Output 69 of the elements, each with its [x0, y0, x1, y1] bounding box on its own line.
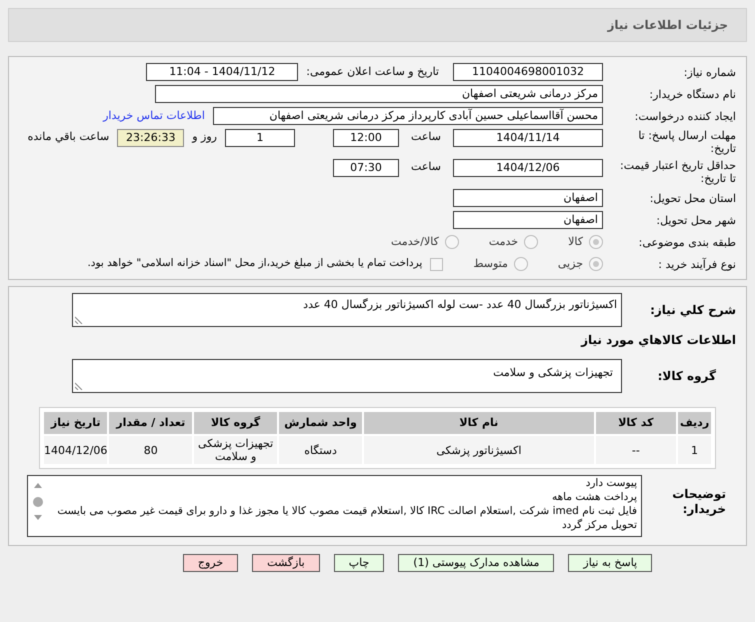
remaining-label: ساعت باقي مانده: [28, 129, 110, 145]
text-field[interactable]: 1104004698001032: [453, 63, 603, 81]
radio-label: کالا: [568, 234, 583, 250]
field-label: نام دستگاه خريدار:: [648, 88, 736, 100]
text-field[interactable]: 1: [225, 129, 295, 147]
table-cell: اکسیژناتور پزشکی: [364, 436, 594, 464]
text-field[interactable]: 1404/12/06: [453, 159, 603, 177]
column-header: گروه کالا: [194, 412, 278, 434]
field-label: شماره نياز:: [682, 66, 736, 78]
field-label: استان محل تحویل:: [648, 192, 736, 204]
buyer-contact-link[interactable]: اطلاعات تماس خریدار: [103, 108, 205, 124]
resize-grip-icon[interactable]: [75, 316, 83, 324]
text-area-value: اکسیژناتور بزرگسال 40 عدد -ست لوله اکسیژناتور بزرگسال 40 عدد: [302, 297, 617, 313]
field-label: حداقل تاریخ اعتبار قیمت: تا تاریخ:: [619, 159, 736, 185]
column-header: ردیف: [678, 412, 711, 434]
radio-label: متوسط: [473, 256, 508, 272]
field-label: تاریخ و ساعت اعلان عمومی:: [306, 64, 439, 80]
field-label: توضیحات خریدار:: [671, 486, 727, 517]
text-field[interactable]: 07:30: [333, 159, 399, 177]
resize-grip-icon[interactable]: [75, 382, 83, 390]
radio-label: خدمت: [488, 234, 518, 250]
table-cell: 1: [678, 436, 711, 464]
time-label: ساعت: [410, 129, 442, 145]
days-label: روز و: [192, 129, 217, 145]
text-field[interactable]: 1404/11/12 - 11:04: [146, 63, 298, 81]
text-field[interactable]: اصفهان: [453, 211, 603, 229]
field-label: طبقه بندی موضوعی:: [638, 236, 736, 248]
action-button[interactable]: چاپ: [334, 554, 384, 572]
action-button[interactable]: مشاهده مدارک پیوستی (1): [398, 554, 554, 572]
table-cell: 1404/12/06: [44, 436, 108, 464]
radio-button[interactable]: [589, 257, 603, 271]
checkbox[interactable]: [430, 258, 444, 270]
text-field[interactable]: محسن آقااسماعیلی حسین آبادی کارپرداز مرکز درمانی شریعتی اصفهان: [213, 107, 603, 125]
radio-label: جزیی: [558, 256, 583, 272]
table-cell: 80: [109, 436, 192, 464]
radio-label: کالا/خدمت: [391, 234, 439, 250]
field-label: مهلت ارسال پاسخ: تا تاریخ:: [637, 129, 736, 155]
radio-button[interactable]: [524, 235, 538, 249]
field-label: شهر محل تحویل:: [655, 214, 736, 226]
text-field[interactable]: 12:00: [333, 129, 399, 147]
column-header: تعداد / مقدار: [109, 412, 192, 434]
page-title: جزئيات اطلاعات نياز: [607, 17, 728, 34]
column-header: تاریخ نیاز: [44, 412, 108, 434]
table-cell: --: [596, 436, 676, 464]
field-label: نوع فرآیند خرید :: [657, 258, 736, 270]
text-area-value: تجهیزات پزشکی و سلامت: [492, 365, 613, 381]
text-field[interactable]: مرکز درمانی شریعتی اصفهان: [155, 85, 603, 103]
time-label: ساعت: [410, 159, 442, 175]
field-label: گروه کالا:: [656, 368, 717, 385]
text-field[interactable]: 1404/11/14: [453, 129, 603, 147]
remaining-time: 23:26:33: [117, 129, 184, 147]
field-label: شرح کلي نياز:: [649, 302, 736, 319]
text-area[interactable]: تجهیزات پزشکی و سلامت: [72, 359, 622, 393]
table-cell: دستگاه: [279, 436, 362, 464]
radio-button[interactable]: [444, 235, 459, 249]
column-header: واحد شمارش: [279, 412, 362, 434]
field-label: ایجاد کننده درخواست:: [634, 110, 736, 122]
table-cell: تجهیزات پزشکی و سلامت: [194, 436, 278, 464]
radio-button[interactable]: [589, 235, 603, 249]
text-area[interactable]: اکسیژناتور بزرگسال 40 عدد -ست لوله اکسیژناتور بزرگسال 40 عدد: [72, 293, 622, 327]
column-header: نام کالا: [364, 412, 594, 434]
action-button[interactable]: بازگشت: [252, 554, 320, 572]
payment-note: پرداخت تمام یا بخشی از مبلغ خرید،از محل "اسناد خزانه اسلامی" خواهد بود.: [87, 256, 422, 272]
text-field[interactable]: اصفهان: [453, 189, 603, 207]
column-header: کد کالا: [596, 412, 676, 434]
radio-button[interactable]: [514, 257, 528, 271]
action-button[interactable]: خروج: [182, 554, 238, 572]
action-button[interactable]: پاسخ به نیاز: [568, 554, 652, 572]
section-title: اطلاعات کالاهاي مورد نياز: [580, 332, 736, 349]
